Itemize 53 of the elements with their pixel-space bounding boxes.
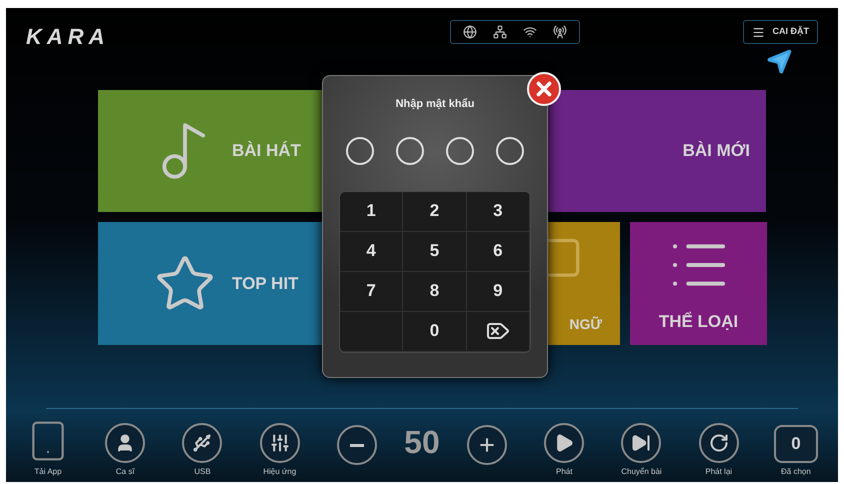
backspace-key[interactable]: [466, 312, 530, 352]
blank-key: [340, 312, 404, 352]
app-logo: KARA: [26, 23, 110, 51]
tile-label: BÀI MỚI: [682, 140, 750, 162]
keypad-key[interactable]: 6: [466, 232, 530, 272]
next-icon: [631, 433, 652, 453]
keypad-key[interactable]: 3: [466, 192, 530, 232]
tile-label: NGỮ: [569, 315, 602, 334]
singer-button[interactable]: [105, 423, 146, 463]
keypad-key[interactable]: 8: [403, 272, 467, 312]
bar-label: Tải App: [34, 466, 62, 478]
keypad-key[interactable]: 0: [403, 312, 467, 352]
menu-icon: [752, 26, 764, 38]
wifi-icon: [522, 25, 537, 39]
selected-count-bubble[interactable]: 0: [774, 425, 818, 463]
volume-value: 50: [404, 423, 440, 462]
minus-button[interactable]: [336, 425, 377, 465]
play-icon: [554, 433, 574, 453]
equalizer-button[interactable]: [260, 423, 300, 463]
equalizer-icon: [270, 433, 290, 453]
play-button[interactable]: [544, 423, 584, 463]
keypad-key[interactable]: 2: [403, 192, 467, 232]
next-button[interactable]: [621, 423, 662, 463]
network-icon: [492, 25, 507, 39]
keypad-key[interactable]: 7: [340, 272, 404, 312]
bar-label: USB: [194, 466, 211, 478]
tile-label: BÀI HÁT: [232, 140, 301, 162]
bar-label: Ca sĩ: [116, 466, 135, 478]
keypad-key[interactable]: 9: [466, 272, 530, 312]
tile-label: TOP HIT: [232, 272, 298, 295]
replay-icon: [708, 433, 729, 453]
close-button[interactable]: [527, 72, 561, 106]
tile-label: THỂ LOẠI: [658, 310, 738, 333]
settings-button[interactable]: CAI ĐẶT: [742, 20, 818, 44]
minus-icon: [350, 444, 364, 446]
bar-label: Chuyển bài: [621, 466, 662, 478]
bar-label: Phát: [556, 466, 572, 478]
usb-button[interactable]: [182, 423, 222, 463]
keypad-key[interactable]: 4: [340, 232, 404, 272]
replay-button[interactable]: [698, 423, 739, 463]
plus-button[interactable]: [467, 425, 507, 465]
bar-label: Phát lại: [705, 466, 732, 478]
menu-tile[interactable]: THỂ LOẠI: [630, 222, 767, 345]
dialog-title: Nhập mật khẩu: [396, 97, 474, 112]
keypad-key[interactable]: 5: [403, 232, 467, 272]
usb-icon: [192, 433, 212, 453]
menu-tile[interactable]: BÀI MỚI: [545, 90, 766, 212]
antenna-icon: [552, 25, 567, 39]
bar-label: Hiệu ứng: [263, 466, 296, 478]
keypad-key[interactable]: 1: [340, 192, 404, 232]
plus-icon: [477, 435, 497, 455]
bar-label: Đã chọn: [781, 466, 811, 478]
globe-icon: [462, 25, 477, 39]
